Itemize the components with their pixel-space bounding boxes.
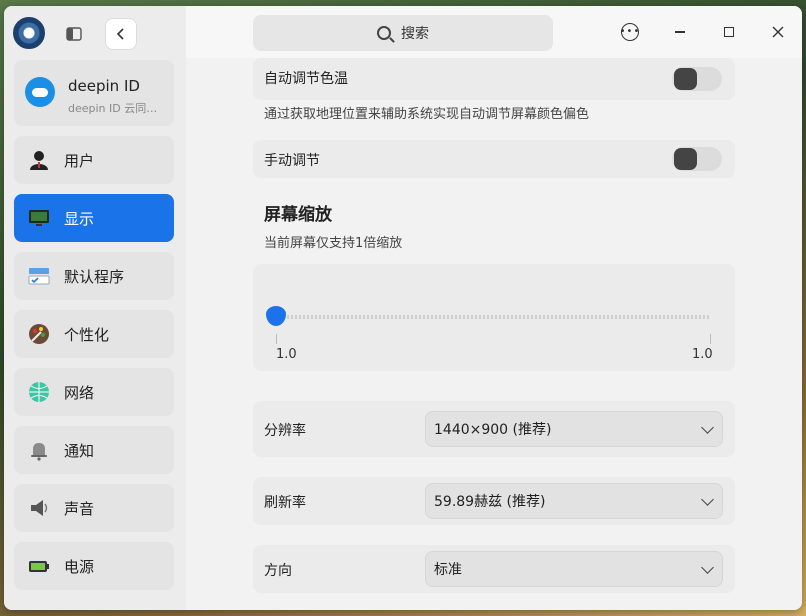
sidebar-titlebar	[4, 6, 186, 58]
sidebar-item-deepin-id[interactable]: deepin ID deepin ID 云同…	[14, 60, 174, 126]
search-icon	[377, 26, 391, 40]
switch-knob	[674, 68, 697, 90]
resolution-label: 分辨率	[264, 423, 306, 439]
more-options-icon: •••	[620, 23, 639, 41]
back-button[interactable]	[105, 18, 137, 50]
sidebar: deepin ID deepin ID 云同… 用户 显示 默认程序 个性化 网…	[4, 6, 186, 610]
display-settings-content: 自动调节色温 通过获取地理位置来辅助系统实现自动调节屏幕颜色偏色 手动调节 屏幕…	[186, 58, 802, 610]
slider-tick-min	[276, 334, 277, 344]
chevron-left-icon	[116, 28, 124, 40]
bell-icon	[28, 439, 50, 461]
scaling-slider-track[interactable]	[275, 315, 711, 319]
minimize-icon	[675, 31, 685, 33]
maximize-button[interactable]	[717, 20, 741, 44]
manual-adjust-switch[interactable]	[672, 147, 722, 171]
resolution-value: 1440×900 (推荐)	[434, 422, 552, 438]
chevron-down-icon	[701, 421, 714, 434]
default-apps-icon	[28, 265, 50, 287]
battery-icon	[28, 555, 50, 577]
orientation-dropdown[interactable]: 标准	[425, 551, 723, 587]
chevron-down-icon	[701, 561, 714, 574]
scaling-description: 当前屏幕仅支持1倍缩放	[264, 236, 403, 251]
sidebar-item-sound[interactable]: 声音	[14, 484, 174, 532]
account-name: deepin ID	[68, 77, 140, 95]
refresh-rate-value: 59.89赫兹 (推荐)	[434, 494, 546, 510]
sidebar-item-default-apps[interactable]: 默认程序	[14, 252, 174, 300]
orientation-row: 方向 标准	[253, 545, 735, 593]
sidebar-item-network[interactable]: 网络	[14, 368, 174, 416]
maximize-icon	[724, 27, 734, 37]
close-button[interactable]	[766, 20, 790, 44]
deepin-id-cloud-icon	[25, 77, 55, 107]
scaling-min-label: 1.0	[276, 347, 297, 362]
refresh-rate-dropdown[interactable]: 59.89赫兹 (推荐)	[425, 483, 723, 519]
sidebar-item-display[interactable]: 显示	[14, 194, 174, 242]
sidebar-item-label: 通知	[64, 441, 95, 460]
resolution-dropdown[interactable]: 1440×900 (推荐)	[425, 411, 723, 447]
sidebar-toggle-icon	[66, 27, 82, 41]
orientation-label: 方向	[264, 563, 292, 579]
sidebar-item-power[interactable]: 电源	[14, 542, 174, 590]
sidebar-nav: deepin ID deepin ID 云同… 用户 显示 默认程序 个性化 网…	[14, 60, 174, 600]
sidebar-item-notifications[interactable]: 通知	[14, 426, 174, 474]
auto-color-temp-row: 自动调节色温	[253, 58, 735, 100]
scaling-section-title: 屏幕缩放	[264, 205, 332, 225]
sidebar-item-label: 默认程序	[64, 267, 125, 286]
sidebar-item-label: 个性化	[64, 325, 110, 344]
settings-window: deepin ID deepin ID 云同… 用户 显示 默认程序 个性化 网…	[4, 6, 802, 610]
manual-adjust-row: 手动调节	[253, 140, 735, 178]
main-panel: 搜索 ••• 自动调节色温 通过获取地理位置来辅助系统实现自动调节屏幕颜色偏色 …	[186, 6, 802, 610]
control-center-logo-icon	[13, 17, 45, 49]
titlebar: 搜索 •••	[186, 6, 802, 58]
scaling-max-label: 1.0	[692, 347, 713, 362]
scaling-slider-card: 1.0 1.0	[253, 264, 735, 371]
refresh-rate-label: 刷新率	[264, 495, 306, 511]
auto-color-temp-description: 通过获取地理位置来辅助系统实现自动调节屏幕颜色偏色	[264, 107, 590, 122]
auto-color-temp-switch[interactable]	[672, 67, 722, 91]
sidebar-item-label: 电源	[64, 557, 95, 576]
search-placeholder: 搜索	[401, 26, 429, 42]
menu-button[interactable]: •••	[618, 20, 642, 44]
user-icon	[28, 149, 50, 171]
slider-tick-max	[710, 334, 711, 344]
display-icon	[28, 207, 50, 229]
sidebar-item-label: 显示	[64, 209, 95, 228]
close-icon	[772, 26, 784, 38]
switch-knob	[674, 148, 697, 170]
auto-color-temp-label: 自动调节色温	[264, 71, 348, 87]
sidebar-item-personalization[interactable]: 个性化	[14, 310, 174, 358]
manual-adjust-label: 手动调节	[264, 153, 320, 169]
orientation-value: 标准	[434, 562, 462, 578]
account-subtitle: deepin ID 云同…	[68, 102, 158, 115]
minimize-button[interactable]	[668, 20, 692, 44]
refresh-rate-row: 刷新率 59.89赫兹 (推荐)	[253, 477, 735, 525]
chevron-down-icon	[701, 493, 714, 506]
sidebar-item-users[interactable]: 用户	[14, 136, 174, 184]
resolution-row: 分辨率 1440×900 (推荐)	[253, 401, 735, 457]
speaker-icon	[28, 497, 50, 519]
search-input[interactable]: 搜索	[253, 15, 553, 51]
sidebar-item-label: 声音	[64, 499, 95, 518]
scaling-slider-handle[interactable]	[266, 306, 286, 326]
network-icon	[28, 381, 50, 403]
personalization-icon	[28, 323, 50, 345]
sidebar-item-label: 用户	[64, 151, 95, 170]
sidebar-item-label: 网络	[64, 383, 95, 402]
sidebar-toggle-button[interactable]	[58, 18, 90, 50]
